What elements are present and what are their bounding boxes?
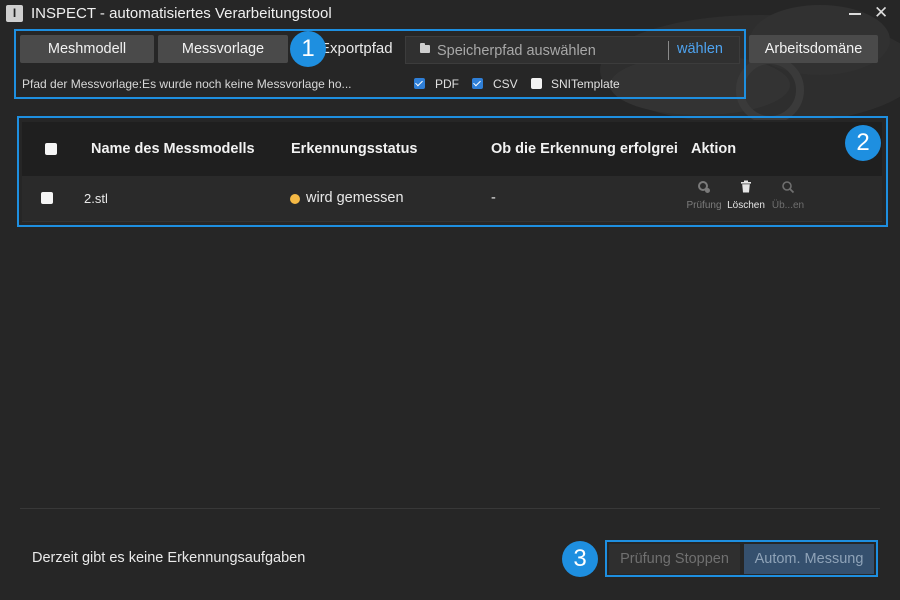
annotation-box-3: [605, 540, 878, 577]
annotation-badge-2: 2: [845, 125, 881, 161]
window-title: INSPECT - automatisiertes Verarbeitungst…: [31, 5, 332, 22]
work-domain-button[interactable]: Arbeitsdomäne: [749, 35, 878, 63]
title-bar: I INSPECT - automatisiertes Verarbeitung…: [0, 0, 900, 28]
footer-divider: [20, 508, 880, 509]
app-logo-icon: I: [6, 5, 23, 22]
annotation-box-1: [14, 29, 746, 99]
minimize-icon[interactable]: [849, 13, 861, 15]
close-icon[interactable]: ✕: [874, 3, 888, 23]
annotation-box-2: [17, 116, 888, 227]
annotation-badge-3: 3: [562, 541, 598, 577]
task-status-message: Derzeit gibt es keine Erkennungsaufgaben: [32, 550, 306, 566]
annotation-badge-1: 1: [290, 31, 326, 67]
